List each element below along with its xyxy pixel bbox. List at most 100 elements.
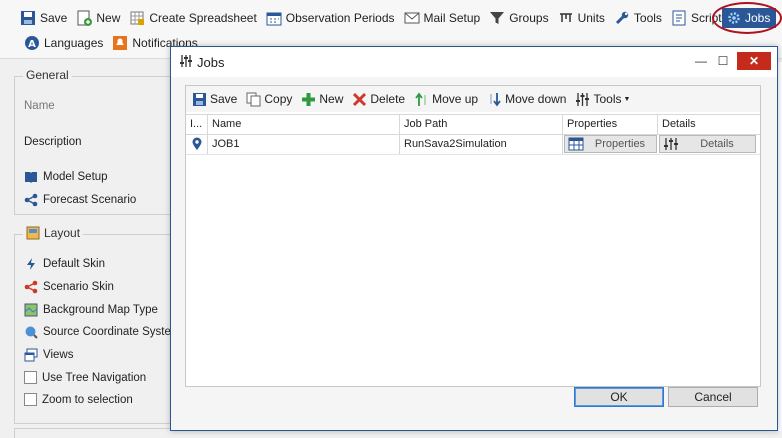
wrench-icon: [614, 10, 630, 26]
toolbar-mail-setup-button[interactable]: Mail Setup: [400, 7, 486, 29]
toolbar-new-label: New: [96, 11, 121, 25]
toolbar-save-label: Save: [40, 11, 68, 25]
toolbar-mail-setup-label: Mail Setup: [423, 11, 481, 25]
jobs-save-label: Save: [210, 92, 238, 106]
use-tree-navigation-box[interactable]: [24, 371, 37, 384]
script-icon: [671, 10, 687, 26]
toolbar-new-button[interactable]: New: [72, 7, 125, 29]
source-coordinate-system-label: Source Coordinate System: [43, 326, 181, 338]
background-map-type-label: Background Map Type: [43, 304, 158, 316]
jobs-move-up-label: Move up: [432, 92, 479, 106]
row-job-path-cell[interactable]: RunSava2Simulation: [400, 134, 563, 154]
toolbar-create-spreadsheet-button[interactable]: Create Spreadsheet: [125, 7, 261, 29]
default-skin-item[interactable]: Default Skin: [24, 257, 105, 271]
maximize-button[interactable]: ☐: [713, 52, 733, 70]
column-header-index[interactable]: I...: [186, 115, 208, 134]
map-icon: [24, 303, 38, 317]
row-indicator-cell[interactable]: [186, 134, 208, 154]
jobs-move-down-label: Move down: [505, 92, 567, 106]
move-down-icon: [487, 92, 502, 107]
jobs-copy-label: Copy: [264, 92, 293, 106]
jobs-dialog-titlebar[interactable]: Jobs — ☐ ✕: [171, 47, 777, 77]
jobs-dialog: Jobs — ☐ ✕ Save Copy New Delete Move up …: [170, 46, 778, 431]
column-header-job-path[interactable]: Job Path: [400, 115, 563, 134]
ok-button[interactable]: OK: [574, 387, 664, 407]
lightning-icon: [24, 257, 38, 271]
background-map-type-item[interactable]: Background Map Type: [24, 303, 158, 317]
toolbar-units-label: Units: [577, 11, 605, 25]
cancel-button[interactable]: Cancel: [668, 387, 758, 407]
toolbar-observation-periods-label: Observation Periods: [285, 11, 395, 25]
row-properties-button[interactable]: Properties: [564, 135, 657, 153]
column-header-properties[interactable]: Properties: [563, 115, 658, 134]
jobs-delete-label: Delete: [370, 92, 406, 106]
pin-icon: [191, 137, 203, 154]
layout-icon: [26, 226, 40, 240]
row-properties-label: Properties: [594, 138, 646, 150]
toolbar-languages-button[interactable]: A Languages: [20, 32, 108, 54]
jobs-delete-button[interactable]: Delete: [352, 92, 405, 107]
svg-text:A: A: [28, 39, 36, 50]
row-name-cell[interactable]: JOB1: [208, 134, 400, 154]
layout-group-title: Layout: [23, 226, 84, 240]
toolbar-units-button[interactable]: Units: [554, 7, 610, 29]
sliders-icon: [663, 137, 679, 151]
jobs-grid-container: Save Copy New Delete Move up Move down T…: [185, 85, 761, 387]
row-details-button[interactable]: Details: [659, 135, 756, 153]
filter-icon: [489, 10, 505, 26]
toolbar-observation-periods-button[interactable]: Observation Periods: [262, 7, 400, 29]
book-icon: [24, 170, 38, 184]
toolbar-save-button[interactable]: Save: [16, 7, 72, 29]
toolbar-groups-button[interactable]: Groups: [485, 7, 553, 29]
delete-x-icon: [352, 92, 367, 107]
jobs-toolbar: Save Copy New Delete Move up Move down T…: [186, 86, 760, 112]
default-skin-label: Default Skin: [43, 258, 106, 270]
toolbar-create-spreadsheet-label: Create Spreadsheet: [149, 11, 257, 25]
move-up-icon: [414, 92, 429, 107]
views-label: Views: [43, 349, 74, 361]
toolbar-languages-label: Languages: [44, 36, 104, 50]
share-red-icon: [24, 280, 38, 294]
column-header-name[interactable]: Name: [208, 115, 400, 134]
toolbar-tools-button[interactable]: Tools: [610, 7, 667, 29]
zoom-to-selection-box[interactable]: [24, 393, 37, 406]
forecast-scenario-item[interactable]: Forecast Scenario: [24, 193, 136, 207]
table-row[interactable]: JOB1 RunSava2Simulation Properties Detai…: [186, 134, 760, 155]
jobs-copy-button[interactable]: Copy: [246, 92, 292, 107]
sliders-title-icon: [179, 54, 193, 68]
toolbar-tools-label: Tools: [633, 11, 662, 25]
jobs-new-button[interactable]: New: [301, 92, 343, 107]
globe-icon: [24, 325, 38, 339]
new-icon: [76, 10, 93, 26]
toolbar-row-1: Save New Create Spreadsheet Observation …: [16, 6, 733, 30]
jobs-tools-dropdown[interactable]: Tools ▼: [575, 92, 630, 107]
share-icon: [24, 193, 38, 207]
name-label: Name: [24, 100, 55, 112]
calendar-icon: [266, 10, 282, 26]
sliders-icon: [575, 92, 590, 107]
jobs-move-up-button[interactable]: Move up: [414, 92, 478, 107]
jobs-save-button[interactable]: Save: [192, 92, 237, 107]
zoom-to-selection-checkbox[interactable]: Zoom to selection: [24, 393, 133, 406]
model-setup-item[interactable]: Model Setup: [24, 170, 108, 184]
minimize-button[interactable]: —: [691, 52, 711, 70]
forecast-scenario-label: Forecast Scenario: [43, 194, 137, 206]
copy-icon: [246, 92, 261, 107]
jobs-tools-label: Tools: [593, 92, 622, 106]
properties-panel: General Name Description Model Setup For…: [14, 62, 180, 438]
source-coordinate-system-item[interactable]: Source Coordinate System: [24, 325, 180, 339]
views-item[interactable]: Views: [24, 348, 73, 362]
window-icon: [24, 348, 38, 362]
general-group-title: General: [23, 68, 72, 82]
column-header-details[interactable]: Details: [658, 115, 760, 134]
languages-icon: A: [24, 35, 40, 51]
scenario-skin-item[interactable]: Scenario Skin: [24, 280, 114, 294]
use-tree-navigation-label: Use Tree Navigation: [42, 371, 147, 384]
close-button[interactable]: ✕: [737, 52, 771, 70]
use-tree-navigation-checkbox[interactable]: Use Tree Navigation: [24, 371, 146, 384]
jobs-dialog-title: Jobs: [197, 54, 225, 70]
model-setup-label: Model Setup: [43, 171, 108, 183]
jobs-move-down-button[interactable]: Move down: [487, 92, 566, 107]
spreadsheet-icon: [129, 10, 145, 26]
notifications-icon: [112, 35, 128, 51]
